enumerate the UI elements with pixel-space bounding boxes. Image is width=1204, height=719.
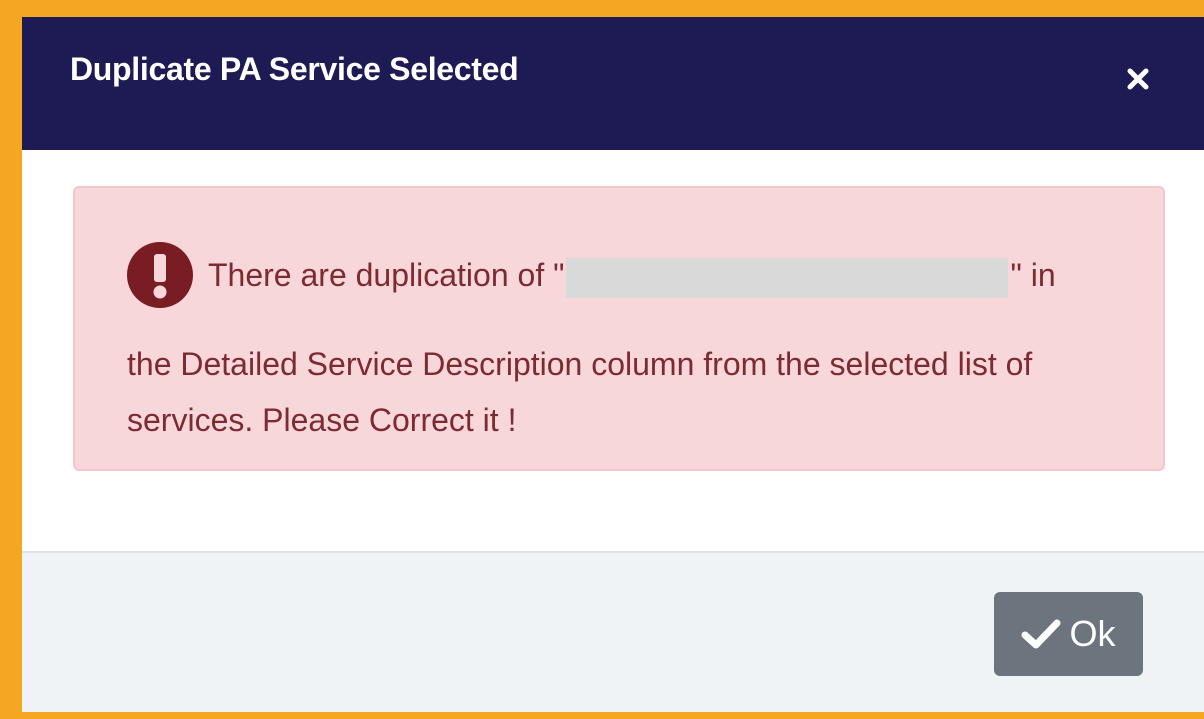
dialog-body: There are duplication of " " in the Detai… [22, 150, 1204, 551]
error-alert: There are duplication of " " in the Detai… [73, 186, 1165, 471]
alert-text-before: There are duplication of " [208, 257, 565, 293]
alert-text-after: " in [1010, 257, 1056, 293]
dialog-footer: Ok [22, 551, 1204, 712]
ok-button-label: Ok [1069, 613, 1116, 654]
alert-message-line: There are duplication of " " in [208, 253, 1056, 298]
dialog-title: Duplicate PA Service Selected [70, 51, 519, 87]
alert-message-continuation: the Detailed Service Description column … [127, 346, 1033, 438]
redacted-service-name [566, 257, 1009, 298]
check-icon [1021, 619, 1061, 649]
ok-button[interactable]: Ok [994, 592, 1143, 676]
close-icon [1127, 68, 1149, 90]
dialog-header: Duplicate PA Service Selected [22, 17, 1204, 150]
exclamation-circle-icon [127, 242, 193, 308]
modal-dialog: Duplicate PA Service Selected There are … [22, 17, 1204, 712]
close-button[interactable] [1118, 59, 1158, 99]
